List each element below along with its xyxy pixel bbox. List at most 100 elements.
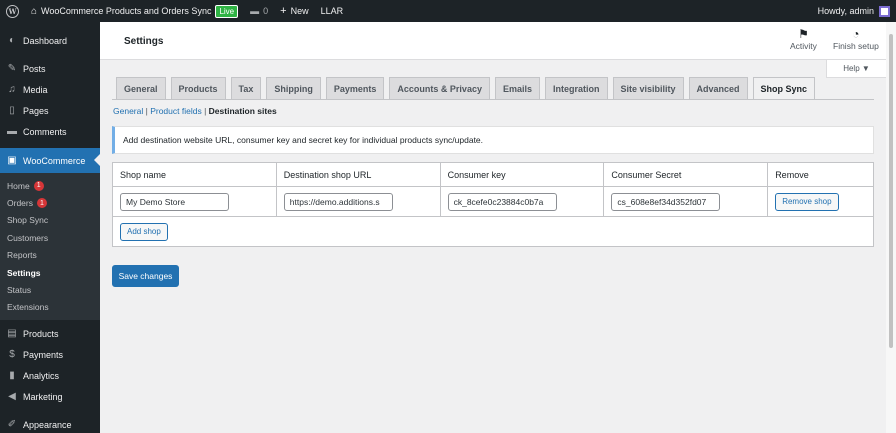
- section-nav: General | Product fields | Destination s…: [113, 106, 277, 116]
- howdy-text: Howdy, admin: [817, 6, 874, 16]
- finish-setup-button[interactable]: ◔ Finish setup: [833, 27, 879, 51]
- help-tab-button[interactable]: Help ▼: [826, 60, 887, 78]
- submenu-item-extensions[interactable]: Extensions: [0, 299, 100, 316]
- admin-bar: W ⌂ WooCommerce Products and Orders Sync…: [0, 0, 896, 22]
- flag-icon: ⚑: [798, 27, 809, 41]
- consumer-key-input[interactable]: ck_8cefe0c23884c0b7a: [447, 192, 557, 211]
- sidebar-item-marketing[interactable]: ◀ Marketing: [0, 386, 100, 407]
- new-content-link[interactable]: + New: [274, 0, 314, 22]
- submenu-label: Home: [7, 180, 30, 191]
- live-badge: Live: [215, 4, 239, 18]
- add-shop-button[interactable]: Add shop: [120, 222, 168, 241]
- sidebar-item-label: Marketing: [23, 391, 63, 402]
- tab-integration[interactable]: Integration: [545, 77, 608, 99]
- dollar-icon: $: [9, 349, 15, 361]
- scrollbar-thumb[interactable]: [889, 34, 893, 348]
- table-cell: Remove shop: [767, 186, 874, 217]
- consumer-secret-input[interactable]: cs_608e8ef34d352fd07: [611, 192, 721, 211]
- archive-icon: ▤: [7, 328, 17, 340]
- submenu-label: Extensions: [7, 302, 49, 313]
- submenu-label: Settings: [7, 267, 41, 278]
- comment-icon: ▬: [250, 6, 260, 16]
- section-link-destination-sites[interactable]: Destination sites: [209, 106, 277, 116]
- table-footer-cell: Add shop: [112, 216, 874, 247]
- submenu-label: Customers: [7, 232, 49, 243]
- column-header-consumer-secret: Consumer Secret: [603, 162, 769, 187]
- comments-link[interactable]: ▬ 0: [244, 0, 274, 22]
- submenu-item-settings[interactable]: Settings: [0, 264, 100, 281]
- section-link-general[interactable]: General: [113, 106, 143, 116]
- sidebar-item-label: Analytics: [23, 370, 60, 381]
- page-header: Settings ⚑ Activity ◔ Finish setup: [100, 22, 886, 60]
- save-changes-button[interactable]: Save changes: [112, 265, 179, 287]
- tab-accounts-privacy[interactable]: Accounts & Privacy: [389, 77, 490, 99]
- sidebar-item-products[interactable]: ▤ Products: [0, 323, 100, 344]
- notice-text: Add destination website URL, consumer ke…: [123, 135, 484, 145]
- tab-general[interactable]: General: [116, 77, 166, 99]
- destination-url-input[interactable]: https://demo.additions.s: [283, 192, 393, 211]
- home-icon: ⌂: [31, 5, 38, 17]
- info-notice: Add destination website URL, consumer ke…: [112, 126, 874, 154]
- submenu-label: Status: [7, 285, 32, 296]
- admin-sidebar: ◐ Dashboard ✎ Posts ♫ Media ▯ Pages ▬ Comment…: [0, 22, 100, 433]
- sidebar-item-posts[interactable]: ✎ Posts: [0, 58, 100, 79]
- sidebar-item-label: Payments: [23, 349, 64, 360]
- sidebar-item-media[interactable]: ♫ Media: [0, 79, 100, 100]
- sidebar-item-label: WooCommerce: [23, 155, 86, 166]
- submenu-item-home[interactable]: Home 1: [0, 177, 100, 194]
- destination-shops-table: Shop name Destination shop URL Consumer …: [112, 162, 874, 247]
- megaphone-icon: ◀: [8, 391, 16, 403]
- sidebar-item-comments[interactable]: ▬ Comments: [0, 121, 100, 142]
- submenu-label: Shop Sync: [7, 215, 49, 226]
- activity-label: Activity: [790, 41, 817, 51]
- sidebar-item-label: Dashboard: [23, 35, 68, 46]
- plus-icon: +: [280, 5, 287, 17]
- sidebar-item-dashboard[interactable]: ◐ Dashboard: [0, 30, 100, 51]
- column-header-destination-url: Destination shop URL: [276, 162, 441, 187]
- tab-tax[interactable]: Tax: [230, 77, 262, 99]
- sidebar-item-appearance[interactable]: ✐ Appearance: [0, 414, 100, 433]
- submenu-item-customers[interactable]: Customers: [0, 229, 100, 246]
- wordpress-logo-button[interactable]: W: [0, 0, 25, 22]
- column-header-remove: Remove: [767, 162, 874, 187]
- tab-products[interactable]: Products: [170, 77, 226, 99]
- shop-name-input[interactable]: My Demo Store: [120, 192, 229, 211]
- sidebar-item-payments[interactable]: $ Payments: [0, 344, 100, 365]
- table-cell: ck_8cefe0c23884c0b7a: [440, 186, 605, 217]
- table-cell: cs_608e8ef34d352fd07: [603, 186, 769, 217]
- tab-emails[interactable]: Emails: [494, 77, 540, 99]
- new-label: New: [290, 6, 309, 16]
- page-scrollbar[interactable]: [886, 22, 896, 433]
- comments-count: 0: [263, 6, 269, 16]
- submenu-item-orders[interactable]: Orders 1: [0, 194, 100, 211]
- activity-button[interactable]: ⚑ Activity: [790, 27, 817, 51]
- tab-advanced[interactable]: Advanced: [688, 77, 748, 99]
- remove-shop-button[interactable]: Remove shop: [775, 192, 839, 211]
- section-link-product-fields[interactable]: Product fields: [150, 106, 202, 116]
- page-title: Settings: [124, 36, 164, 47]
- submenu-item-status[interactable]: Status: [0, 281, 100, 298]
- column-header-shop-name: Shop name: [112, 162, 277, 187]
- sidebar-item-analytics[interactable]: ▮ Analytics: [0, 365, 100, 386]
- submenu-item-shop-sync[interactable]: Shop Sync: [0, 212, 100, 229]
- my-account-link[interactable]: Howdy, admin: [812, 0, 896, 22]
- sidebar-item-label: Products: [23, 328, 59, 339]
- tabs-divider: [112, 99, 874, 100]
- tab-payments[interactable]: Payments: [325, 77, 385, 99]
- orders-count-badge: 1: [36, 198, 47, 209]
- llar-link[interactable]: LLAR: [315, 0, 350, 22]
- comment-icon: ▬: [7, 126, 17, 137]
- finish-setup-label: Finish setup: [833, 41, 879, 51]
- woocommerce-submenu: Home 1 Orders 1 Shop Sync Customers Report…: [0, 173, 100, 321]
- sidebar-item-label: Posts: [23, 63, 46, 74]
- tab-shipping[interactable]: Shipping: [266, 77, 321, 99]
- table-cell: My Demo Store: [112, 186, 277, 217]
- site-name-link[interactable]: ⌂ WooCommerce Products and Orders Sync L…: [25, 0, 244, 22]
- llar-label: LLAR: [320, 6, 344, 16]
- settings-tabs: General Products Tax Shipping Payments A…: [116, 77, 820, 100]
- submenu-item-reports[interactable]: Reports: [0, 247, 100, 264]
- sidebar-item-pages[interactable]: ▯ Pages: [0, 100, 100, 121]
- tab-shop-sync[interactable]: Shop Sync: [752, 77, 816, 100]
- tab-site-visibility[interactable]: Site visibility: [612, 77, 684, 99]
- sidebar-item-woocommerce[interactable]: ▣ WooCommerce: [0, 148, 100, 173]
